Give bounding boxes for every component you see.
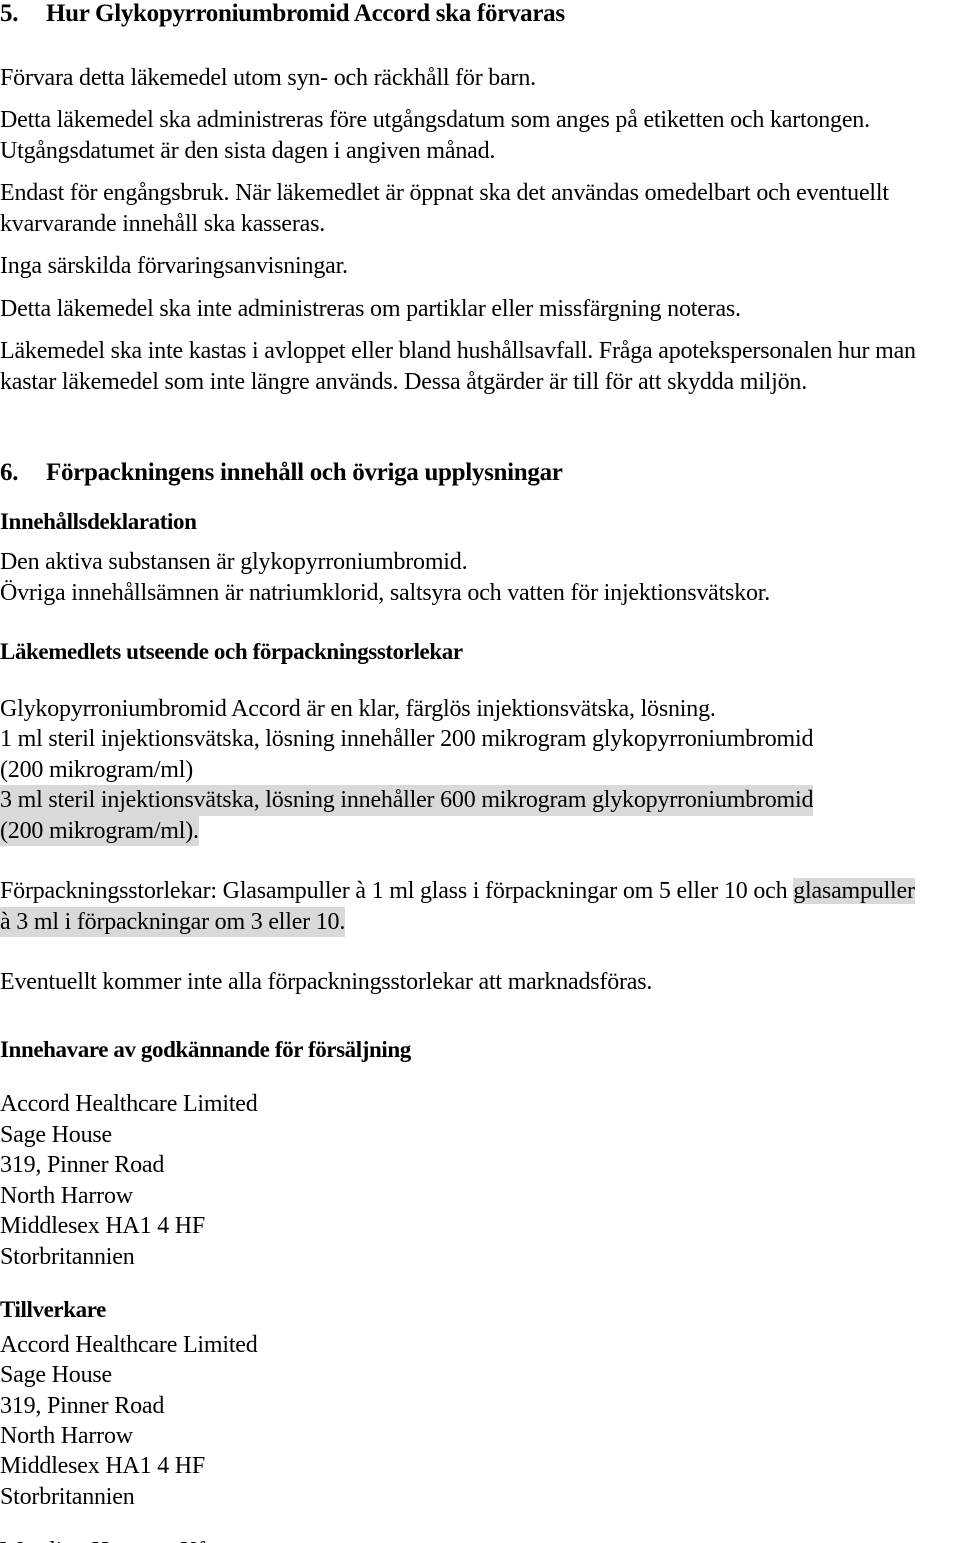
- text-line-mixed: Förpackningsstorlekar: Glasampuller à 1 …: [0, 876, 960, 906]
- paragraph-single-use: Endast för engångsbruk. När läkemedlet ä…: [0, 178, 960, 239]
- paragraph-expiry: Detta läkemedel ska administreras före u…: [0, 105, 960, 166]
- address-line: Middlesex HA1 4 HF: [0, 1453, 206, 1480]
- paragraph-particles: Detta läkemedel ska inte administreras o…: [0, 294, 960, 324]
- pack-sizes-plain-text: Förpackningsstorlekar: Glasampuller à 1 …: [0, 878, 794, 905]
- mah-address-block: Accord Healthcare Limited Sage House 319…: [0, 1089, 960, 1272]
- subheading-contents-declaration: Innehållsdeklaration: [0, 508, 197, 534]
- page-content: 5. Hur Glykopyrroniumbromid Accord ska f…: [0, 0, 960, 1543]
- text-line: Övriga innehållsämnen är natriumklorid, …: [0, 579, 771, 606]
- manufacturer-address-block-2: Wessling Hungary Kft Fòti ùt 56., Budape…: [0, 1536, 960, 1543]
- section-5-heading: 5. Hur Glykopyrroniumbromid Accord ska f…: [0, 0, 960, 29]
- paragraph-no-special-storage: Inga särskilda förvaringsanvisningar.: [0, 251, 960, 281]
- subheading-appearance-and-pack-sizes: Läkemedlets utseende och förpackningssto…: [0, 639, 463, 665]
- text-line-highlighted: 3 ml steril injektionsvätska, lösning in…: [0, 785, 960, 816]
- text-line: 1 ml steril injektionsvätska, lösning in…: [0, 726, 814, 753]
- manufacturer-address-block-1: Accord Healthcare Limited Sage House 319…: [0, 1330, 960, 1513]
- text-line-highlighted: (200 mikrogram/ml).: [0, 815, 960, 847]
- paragraph-marketing-note: Eventuellt kommer inte alla förpacknings…: [0, 967, 960, 997]
- text-line: Glykopyrroniumbromid Accord är en klar, …: [0, 695, 716, 722]
- subheading-marketing-authorisation-holder: Innehavare av godkännande för försäljnin…: [0, 1036, 411, 1062]
- highlight-run: à 3 ml i förpackningar om 3 eller 10.: [0, 906, 345, 938]
- highlight-run: (200 mikrogram/ml).: [0, 815, 199, 847]
- address-line: 319, Pinner Road: [0, 1152, 165, 1179]
- highlight-run: glasampuller: [793, 878, 915, 905]
- text-line: Läkemedel ska inte kastas i avloppet ell…: [0, 338, 916, 365]
- text-line: Detta läkemedel ska administreras före u…: [0, 107, 870, 134]
- address-line: 319, Pinner Road: [0, 1392, 165, 1419]
- address-line: North Harrow: [0, 1182, 133, 1209]
- text-line: Förvara detta läkemedel utom syn- och rä…: [0, 64, 536, 91]
- address-line: Sage House: [0, 1362, 112, 1389]
- text-line: Inga särskilda förvaringsanvisningar.: [0, 253, 348, 280]
- paragraph-storage-children: Förvara detta läkemedel utom syn- och rä…: [0, 63, 960, 93]
- paragraph-disposal: Läkemedel ska inte kastas i avloppet ell…: [0, 336, 960, 397]
- text-line: kvarvarande innehåll ska kasseras.: [0, 210, 326, 237]
- address-line: Middlesex HA1 4 HF: [0, 1213, 206, 1240]
- section-6-heading: 6. Förpackningens innehåll och övriga up…: [0, 459, 960, 488]
- paragraph-appearance: Glykopyrroniumbromid Accord är en klar, …: [0, 694, 960, 847]
- text-line: kastar läkemedel som inte längre används…: [0, 368, 808, 395]
- address-line: Sage House: [0, 1121, 112, 1148]
- paragraph-contents: Den aktiva substansen är glykopyrroniumb…: [0, 547, 960, 608]
- text-line: Utgångsdatumet är den sista dagen i angi…: [0, 137, 496, 164]
- document-page: 5. Hur Glykopyrroniumbromid Accord ska f…: [0, 0, 960, 1543]
- text-line: Eventuellt kommer inte alla förpacknings…: [0, 969, 653, 996]
- text-line: (200 mikrogram/ml): [0, 756, 194, 783]
- text-line: Detta läkemedel ska inte administreras o…: [0, 295, 741, 322]
- address-line: Accord Healthcare Limited: [0, 1331, 258, 1358]
- text-line: Den aktiva substansen är glykopyrroniumb…: [0, 549, 468, 576]
- subheading-manufacturer: Tillverkare: [0, 1297, 106, 1322]
- address-line: Storbritannien: [0, 1243, 135, 1270]
- address-line: Storbritannien: [0, 1483, 135, 1510]
- text-line: Endast för engångsbruk. När läkemedlet ä…: [0, 180, 889, 207]
- section-5-number: 5.: [0, 0, 19, 27]
- address-line: Wessling Hungary Kft: [0, 1536, 960, 1543]
- text-line-highlighted: à 3 ml i förpackningar om 3 eller 10.: [0, 906, 960, 938]
- highlight-run: 3 ml steril injektionsvätska, lösning in…: [0, 785, 813, 816]
- paragraph-pack-sizes: Förpackningsstorlekar: Glasampuller à 1 …: [0, 876, 960, 938]
- address-line: North Harrow: [0, 1423, 133, 1449]
- section-5-title: Hur Glykopyrroniumbromid Accord ska förv…: [46, 0, 565, 27]
- section-6-title: Förpackningens innehåll och övriga upply…: [46, 458, 563, 486]
- section-6-number: 6.: [0, 458, 19, 486]
- address-line: Accord Healthcare Limited: [0, 1091, 258, 1118]
